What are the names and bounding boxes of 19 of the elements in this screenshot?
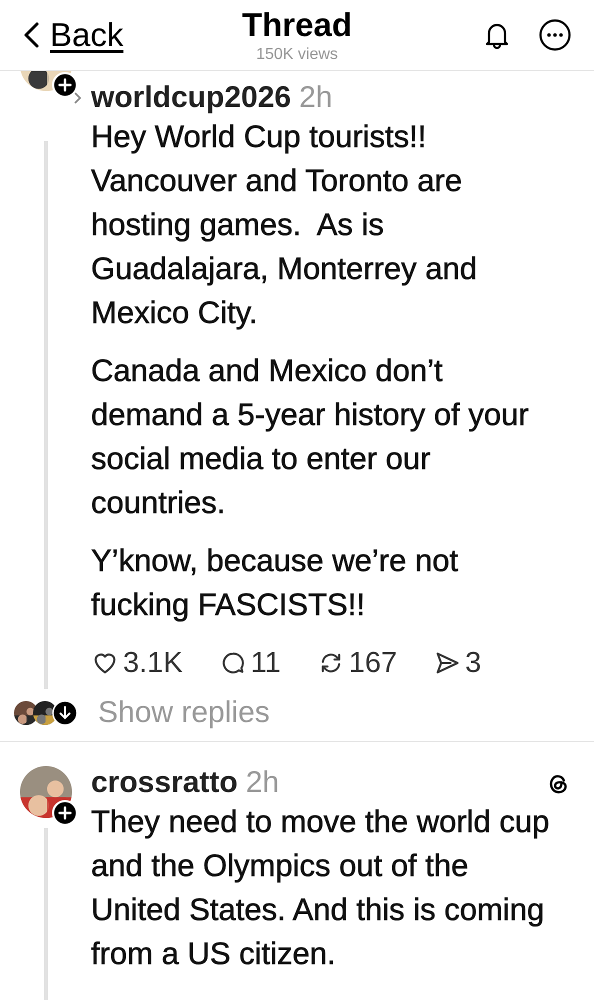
post-text: Y’know, because we’re not fucking FASCISTS!! [91,542,460,624]
chevron-icon [73,90,83,106]
plus-icon[interactable] [52,72,78,98]
like-button[interactable]: 3.1K [91,646,183,680]
more-icon[interactable] [538,18,572,52]
username[interactable]: crossratto [91,766,238,800]
plus-icon[interactable] [52,800,78,826]
post-time: 2h [246,766,280,800]
page-title: Thread [242,6,352,44]
post-text: Canada and Mexico don’t demand a 5-year history of your social media to enter our countries. [91,352,530,522]
post-text: They need to move the world cup and the Olympics out of the United States. And this is coming from a US citizen. [91,803,550,973]
reply-button[interactable]: 11 [218,646,281,680]
share-button[interactable]: 3 [433,646,482,680]
view-count: 150K views [256,46,338,64]
post-text: Hey World Cup tourists!! Vancouver and Toronto are hosting games. As is Guadalajara, Monterrey and Mexico City. [91,118,478,332]
back-button[interactable]: Back [22,16,124,54]
username[interactable]: worldcup2026 [91,81,292,115]
post-time: 2h [299,81,332,115]
repost-button[interactable]: 167 [316,646,398,680]
